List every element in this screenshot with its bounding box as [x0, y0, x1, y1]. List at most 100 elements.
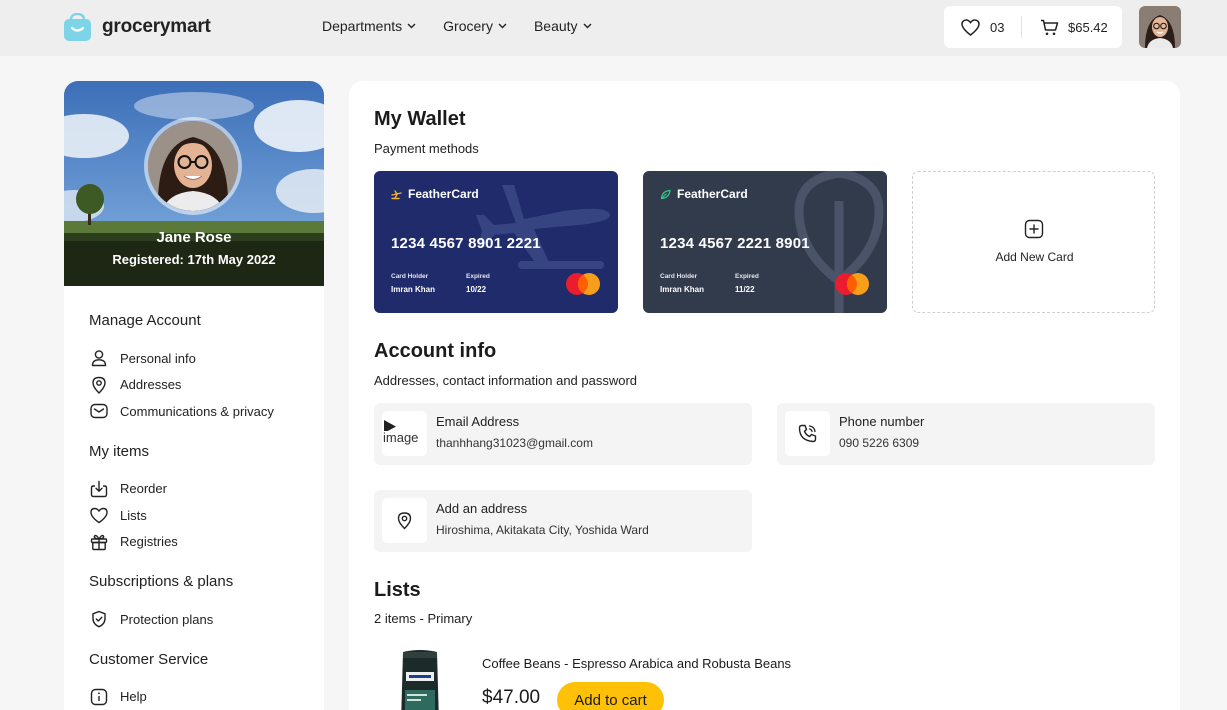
account-sidebar: Jane Rose Registered: 17th May 2022 Mana… — [64, 81, 324, 710]
product-name[interactable]: Coffee Beans - Espresso Arabica and Robu… — [482, 656, 791, 671]
email-label: Email Address — [436, 414, 520, 429]
card-expired-label: Expired — [466, 273, 490, 280]
sidebar-item-addresses[interactable]: Addresses — [89, 372, 324, 399]
sidebar-item-label: Personal info — [120, 350, 196, 366]
wallet-subtitle: Payment methods — [374, 141, 479, 156]
help-icon — [90, 688, 108, 705]
phone-info[interactable]: Phone number 090 5226 6309 — [777, 403, 1155, 465]
sidebar-item-personal-info[interactable]: Personal info — [89, 345, 324, 372]
phone-icon — [798, 424, 817, 443]
card-brand-label: FeatherCard — [677, 187, 748, 201]
sidebar-item-label: Reorder — [120, 481, 167, 497]
mail-icon — [90, 404, 108, 419]
sidebar-item-label: Communications & privacy — [120, 403, 274, 419]
lists-subtitle: 2 items - Primary — [374, 611, 473, 626]
mastercard-icon — [835, 273, 869, 295]
sidebar-item-label: Registries — [120, 534, 178, 550]
favorites-count: 03 — [990, 19, 1005, 35]
card-number: 1234 4567 2221 8901 — [660, 235, 810, 252]
account-menu: Manage Account Personal info Addresses C… — [64, 286, 324, 710]
brand-name: grocerymart — [102, 16, 211, 37]
avatar-image — [1139, 6, 1181, 48]
location-pin-icon — [397, 512, 412, 530]
address-icon-box — [382, 498, 427, 543]
menu-group-title: Manage Account — [89, 312, 201, 329]
add-new-card-button[interactable]: Add New Card — [912, 171, 1155, 313]
lists-title: Lists — [374, 579, 421, 601]
download-icon — [90, 480, 108, 497]
email-value: thanhhang31023@gmail.com — [436, 436, 593, 450]
email-icon-box: image — [382, 411, 427, 456]
card-brand: FeatherCard — [391, 187, 479, 201]
sidebar-item-registries[interactable]: Registries — [89, 529, 324, 556]
phone-icon-box — [785, 411, 830, 456]
sidebar-item-help[interactable]: Help — [89, 684, 324, 710]
profile-avatar[interactable] — [144, 117, 242, 215]
email-info[interactable]: image Email Address thanhhang31023@gmail… — [374, 403, 752, 465]
profile-name: Jane Rose — [156, 229, 232, 246]
top-bar: grocerymart Departments Grocery Beauty 0… — [0, 0, 1227, 56]
plane-icon — [391, 189, 402, 199]
card-holder-label: Card Holder — [660, 273, 698, 280]
user-avatar[interactable] — [1139, 6, 1181, 48]
nav-grocery[interactable]: Grocery — [443, 18, 507, 34]
menu-group-title: My items — [89, 442, 149, 460]
payment-card[interactable]: FeatherCard 1234 4567 2221 8901 Card Hol… — [643, 171, 887, 313]
card-brand-label: FeatherCard — [408, 187, 479, 201]
card-brand: FeatherCard — [660, 187, 748, 201]
broken-image-icon: image — [383, 420, 418, 444]
heart-icon — [90, 508, 108, 524]
shield-icon — [92, 611, 106, 628]
add-to-cart-button[interactable]: Add to cart — [557, 682, 664, 710]
add-new-card-label: Add New Card — [995, 250, 1074, 264]
favorites-button[interactable]: 03 — [944, 18, 1021, 36]
sidebar-item-reorder[interactable]: Reorder — [89, 476, 324, 503]
cart-button[interactable]: $65.42 — [1022, 19, 1108, 36]
card-holder-label: Card Holder — [391, 273, 429, 280]
plus-square-icon — [1024, 219, 1044, 239]
menu-group-subscriptions: Subscriptions & plans Protection plans — [89, 573, 324, 633]
nav-beauty[interactable]: Beauty — [534, 18, 592, 34]
mastercard-icon — [566, 273, 600, 295]
profile-photo — [148, 121, 238, 211]
phone-label: Phone number — [839, 414, 925, 429]
nav-departments-label: Departments — [322, 18, 403, 34]
chevron-down-icon — [498, 23, 507, 29]
logo[interactable]: grocerymart — [64, 13, 211, 41]
sidebar-item-protection-plans[interactable]: Protection plans — [89, 606, 324, 633]
wallet-title: My Wallet — [374, 108, 466, 130]
address-label: Add an address — [436, 501, 528, 516]
address-value: Hiroshima, Akitakata City, Yoshida Ward — [436, 523, 649, 537]
menu-group-customer-service: Customer Service Help — [89, 651, 324, 710]
sidebar-item-label: Help — [120, 689, 147, 705]
address-info[interactable]: Add an address Hiroshima, Akitakata City… — [374, 490, 752, 552]
cart-total: $65.42 — [1068, 19, 1108, 35]
product-image[interactable] — [397, 648, 443, 710]
chevron-down-icon — [407, 23, 416, 29]
main-content: My Wallet Payment methods FeatherCard 12… — [349, 81, 1180, 710]
card-number: 1234 4567 8901 2221 — [391, 235, 541, 252]
sidebar-item-label: Addresses — [120, 377, 182, 393]
user-icon — [91, 350, 107, 367]
shopping-bag-icon — [64, 13, 91, 41]
account-info-subtitle: Addresses, contact information and passw… — [374, 373, 638, 388]
broken-image-alt: image — [383, 430, 419, 445]
card-holder-name: Imran Khan — [660, 285, 705, 294]
payment-card[interactable]: FeatherCard 1234 4567 8901 2221 Card Hol… — [374, 171, 618, 313]
nav-beauty-label: Beauty — [533, 18, 578, 34]
sidebar-item-communications[interactable]: Communications & privacy — [89, 398, 324, 425]
gift-icon — [90, 534, 108, 550]
location-pin-icon — [92, 376, 106, 394]
nav-departments[interactable]: Departments — [322, 18, 416, 34]
profile-registered-date: Registered: 17th May 2022 — [112, 252, 276, 267]
product-price: $47.00 — [482, 687, 541, 708]
card-expiry: 11/22 — [735, 285, 755, 294]
card-holder-name: Imran Khan — [391, 285, 436, 294]
menu-group-title: Customer Service — [89, 650, 209, 668]
sidebar-item-lists[interactable]: Lists — [89, 502, 324, 529]
leaf-icon — [660, 189, 671, 199]
heart-icon — [961, 18, 980, 36]
nav-grocery-label: Grocery — [443, 18, 493, 34]
sidebar-item-label: Lists — [120, 507, 147, 523]
phone-value: 090 5226 6309 — [839, 436, 920, 450]
